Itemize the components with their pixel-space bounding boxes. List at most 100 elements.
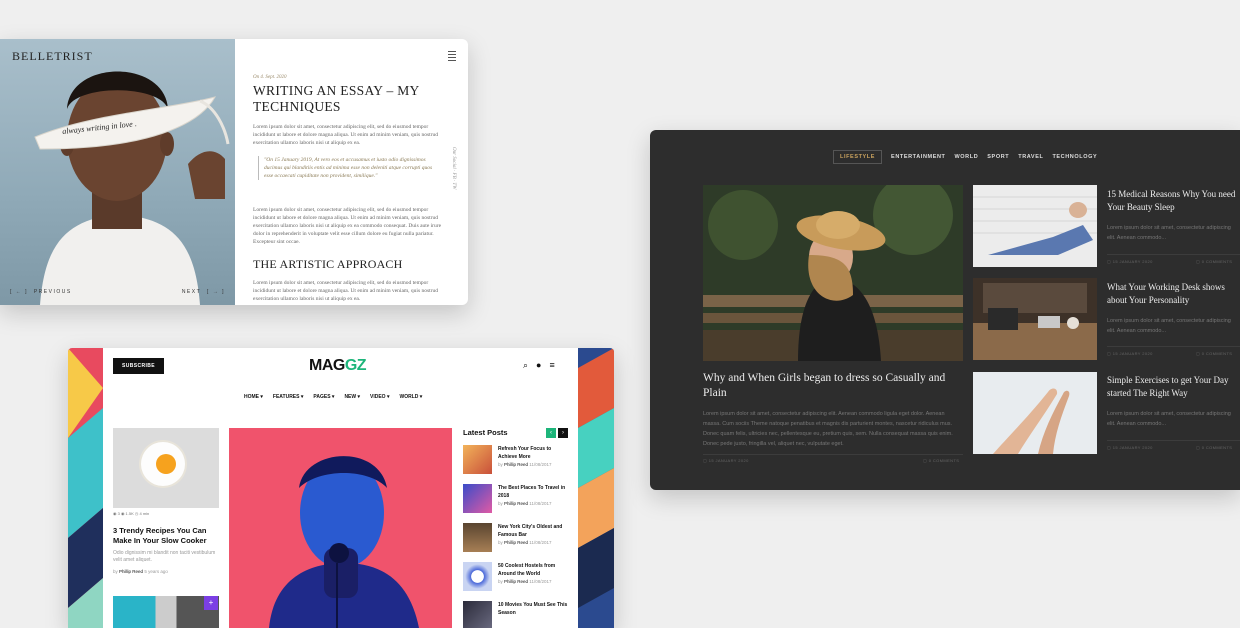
subscribe-button[interactable]: SUBSCRIBE: [113, 358, 164, 374]
post-thumbnail: [463, 445, 492, 474]
post-author[interactable]: Phillip Reed: [504, 579, 528, 584]
menu-item-video[interactable]: VIDEO ▾: [370, 394, 389, 400]
maggz-preview: SUBSCRIBE MAGGZ ⌕ ● ≡ HOME ▾ FEATURES ▾ PA…: [68, 348, 614, 628]
post-thumbnail: [463, 562, 492, 591]
side-article-image[interactable]: [973, 185, 1097, 267]
post-meta: by Phillip Reed 11/08/2017: [498, 579, 552, 584]
maggz-logo[interactable]: MAGGZ: [309, 357, 367, 375]
sleeping-person-illustration: [973, 185, 1097, 267]
side-article-date: ▢ 15 JANUARY 2020: [1107, 351, 1153, 356]
hero-portrait[interactable]: [229, 428, 452, 628]
body-paragraph: Lorem ipsum dolor sit amet, consectetur …: [253, 207, 442, 245]
previous-link[interactable]: [ ← ] PREVIOUS: [10, 289, 72, 295]
side-article-title[interactable]: What Your Working Desk shows about Your …: [1107, 281, 1240, 307]
post-author[interactable]: Phillip Reed: [504, 462, 528, 467]
post-author[interactable]: Phillip Reed: [504, 540, 528, 545]
next-link[interactable]: NEXT [ → ]: [182, 289, 225, 295]
latest-post-item[interactable]: 10 Movies You Must See This Season: [463, 601, 569, 628]
latest-post-item[interactable]: Refresh Your Focus to Achieve More by Ph…: [463, 445, 569, 479]
side-article-comments[interactable]: ▢ 0 COMMENTS: [1196, 259, 1232, 264]
featured-excerpt: Odio dignissim mi blandit non taciti ves…: [113, 550, 216, 563]
main-article-image[interactable]: [703, 185, 963, 361]
side-article-comments[interactable]: ▢ 0 COMMENTS: [1196, 445, 1232, 450]
nav-technology[interactable]: TECHNOLOGY: [1052, 154, 1097, 164]
post-date: 11/08/2017: [529, 462, 552, 467]
nav-travel[interactable]: TRAVEL: [1018, 154, 1043, 164]
featured-title[interactable]: 3 Trendy Recipes You Can Make In Your Sl…: [113, 526, 219, 546]
stretching-hands-illustration: [973, 372, 1097, 454]
hamburger-icon[interactable]: ≡: [549, 360, 554, 370]
divider: [1107, 440, 1240, 441]
menu-icon[interactable]: [448, 51, 456, 63]
next-arrow-icon[interactable]: ›: [558, 428, 568, 438]
belletrist-logo[interactable]: BELLETRIST: [12, 49, 93, 64]
post-date: 11/08/2017: [529, 579, 552, 584]
right-decor-strip: [578, 348, 614, 628]
post-title[interactable]: Refresh Your Focus to Achieve More: [498, 445, 570, 461]
menu-item-new[interactable]: NEW ▾: [344, 394, 360, 400]
post-date: On 4. Sept. 2020: [253, 75, 287, 80]
next-label: NEXT: [181, 289, 202, 295]
menu-item-world[interactable]: WORLD ▾: [399, 394, 422, 400]
post-author[interactable]: Phillip Reed: [504, 501, 528, 506]
intro-paragraph: Lorem ipsum dolor sit amet, consectetur …: [253, 124, 438, 146]
nav-world[interactable]: WORLD: [955, 154, 979, 164]
menu-item-pages[interactable]: PAGES ▾: [313, 394, 334, 400]
header-icons: ⌕ ● ≡: [523, 360, 563, 371]
byline-ago: 5 years ago: [144, 569, 168, 574]
comments-text: 0 COMMENTS: [928, 458, 960, 463]
post-date: 11/08/2017: [529, 501, 552, 506]
menu-item-features[interactable]: FEATURES ▾: [273, 394, 303, 400]
side-article-image[interactable]: [973, 372, 1097, 454]
latest-posts: Latest Posts ‹ › Refresh Your Focus to A…: [463, 428, 569, 628]
post-title[interactable]: 50 Coolest Hostels from Around the World: [498, 562, 570, 578]
brand-first: MAG: [309, 357, 345, 374]
hero-portrait-image: BELLETRIST always writing in love . [ ← …: [0, 39, 235, 305]
date-text: 15 JANUARY 2020: [1112, 351, 1153, 356]
latest-post-item[interactable]: 50 Coolest Hostels from Around the World…: [463, 562, 569, 596]
category-nav: LIFESTYLE ENTERTAINMENT WORLD SPORT TRAV…: [833, 150, 1097, 164]
brand-second: GZ: [344, 357, 367, 374]
egg-image: [113, 428, 219, 508]
featured-article[interactable]: ◉ 3 ◉ 1.5K ◷ 4 min 3 Trendy Recipes You …: [113, 428, 219, 574]
side-article-comments[interactable]: ▢ 0 COMMENTS: [1196, 351, 1232, 356]
latest-post-item[interactable]: The Best Places To Travel in 2018 by Phi…: [463, 484, 569, 518]
menu-item-home[interactable]: HOME ▾: [244, 394, 263, 400]
dark-magazine-preview: LIFESTYLE ENTERTAINMENT WORLD SPORT TRAV…: [650, 130, 1240, 490]
main-article-date: ▢ 15 JANUARY 2020: [703, 458, 749, 463]
desk-illustration: [973, 278, 1097, 360]
side-article-image[interactable]: [973, 278, 1097, 360]
left-decor-strip: [68, 348, 103, 628]
post-title[interactable]: 10 Movies You Must See This Season: [498, 601, 570, 617]
side-article-date: ▢ 15 JANUARY 2020: [1107, 259, 1153, 264]
post-date: 11/08/2017: [529, 540, 552, 545]
user-icon[interactable]: ●: [536, 360, 541, 370]
post-thumbnail: [463, 484, 492, 513]
prev-arrow-icon[interactable]: ‹: [546, 428, 556, 438]
post-title[interactable]: New York City's Oldest and Famous Bar: [498, 523, 570, 539]
bolt-icon: +: [204, 596, 218, 610]
byline-author[interactable]: Phillip Reed: [119, 569, 143, 574]
nav-entertainment[interactable]: ENTERTAINMENT: [891, 154, 945, 164]
post-title[interactable]: The Best Places To Travel in 2018: [498, 484, 570, 500]
divider: [703, 454, 963, 455]
main-article-title[interactable]: Why and When Girls began to dress so Cas…: [703, 371, 963, 401]
main-article-comments[interactable]: ▢ 0 COMMENTS: [923, 458, 959, 463]
article-title: Writing an essay – my techniques: [253, 83, 420, 114]
divider: [1107, 254, 1240, 255]
search-icon[interactable]: ⌕: [523, 360, 528, 370]
nav-lifestyle[interactable]: LIFESTYLE: [833, 150, 883, 164]
date-text: 15 JANUARY 2020: [1112, 259, 1153, 264]
article: On 4. Sept. 2020 Writing an essay – my t…: [253, 39, 443, 305]
social-side-label[interactable]: Our Social · FB · TW: [451, 147, 456, 189]
side-article-excerpt: Lorem ipsum dolor sit amet, consectetur …: [1107, 225, 1231, 241]
neon-portrait-illustration: [229, 428, 452, 628]
side-article-title[interactable]: Simple Exercises to get Your Day started…: [1107, 374, 1240, 400]
side-article-title[interactable]: 15 Medical Reasons Why You need Your Bea…: [1107, 188, 1240, 214]
latest-post-item[interactable]: New York City's Oldest and Famous Bar by…: [463, 523, 569, 557]
side-article-excerpt: Lorem ipsum dolor sit amet, consectetur …: [1107, 318, 1231, 334]
main-article-excerpt: Lorem ipsum dolor sit amet, consectetur …: [703, 411, 953, 447]
portrait-illustration: [34, 71, 230, 305]
section-heading: The artistic approach: [253, 257, 403, 271]
nav-sport[interactable]: SPORT: [987, 154, 1009, 164]
